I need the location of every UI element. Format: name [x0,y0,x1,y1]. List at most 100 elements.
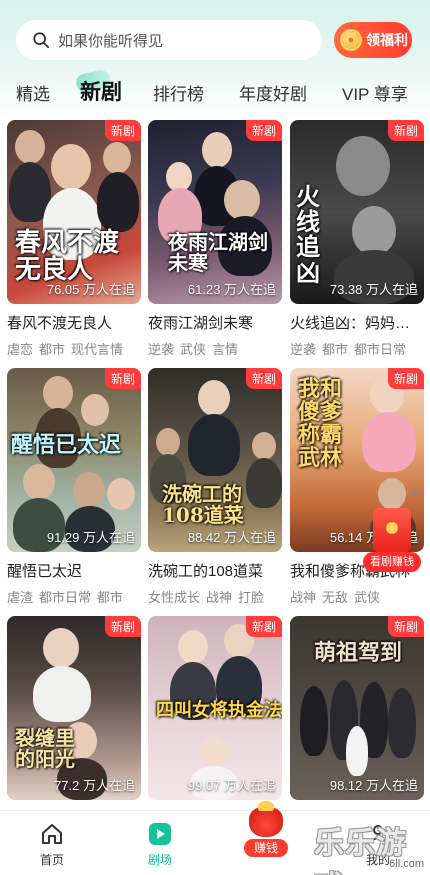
tag: 逆袭 [290,342,317,357]
nav-theater-label: 剧场 [147,853,172,867]
view-count: 98.12 万人在追 [329,778,418,793]
poster-title: 醒悟已太迟 [11,432,122,458]
drama-tags: 虐渣 都市日常 都市 [7,587,141,606]
drama-tags: 战神 无敌 武侠 [290,587,424,606]
drama-card[interactable]: 四叫女将执金法 新剧 99.07 万人在追 [148,616,282,800]
person-figure [33,666,91,722]
welfare-label: 领福利 [366,32,408,48]
person-figure [188,414,240,476]
tab-annual-best[interactable]: 年度好剧 [239,80,307,105]
drama-poster[interactable]: 醒悟已太迟 新剧 91.29 万人在追 [7,368,141,552]
watch-earn-float-button[interactable]: 看剧赚钱 [363,508,421,574]
drama-tags: 逆袭 都市 都市日常 [290,339,424,358]
person-figure [73,472,105,508]
new-badge: 新剧 [104,616,141,637]
tag: 现代言情 [71,342,124,357]
drama-card[interactable]: 萌祖驾到 新剧 98.12 万人在追 [290,616,424,800]
person-figure [103,142,131,174]
close-icon[interactable]: ✕ [407,486,421,500]
drama-tags: 逆袭 武侠 言情 [148,339,282,358]
poster-title: 夜雨江湖剑未寒 [168,230,268,275]
drama-card[interactable]: 春风不渡无良人 新剧 76.05 万人在追 春风不渡无良人 虐恋 都市 现代言情 [7,120,141,358]
search-bar[interactable]: 如果你能听得见 [16,20,322,60]
person-figure [156,428,180,456]
poster-title: 我和傻爹称霸武林 [298,376,343,472]
drama-poster[interactable]: 萌祖驾到 新剧 98.12 万人在追 [290,616,424,800]
person-figure [300,686,328,756]
new-badge: 新剧 [387,120,424,141]
person-figure [388,688,416,758]
drama-title[interactable]: 夜雨江湖剑未寒 [148,312,282,333]
tab-new-drama[interactable]: 新剧 [80,76,122,106]
person-figure [352,206,396,256]
site-watermark: 乐乐游戏 6ll.com [314,818,430,875]
tag: 武侠 [354,590,381,605]
person-figure [107,478,135,510]
person-figure [178,630,208,664]
nav-theater[interactable]: 剧场 [130,821,190,868]
drama-card[interactable]: 火线追凶 新剧 73.38 万人在追 火线追凶：妈妈… 逆袭 都市 都市日常 [290,120,424,358]
watermark-sub: 6ll.com [389,858,424,870]
view-count: 99.07 万人在追 [187,778,276,793]
search-placeholder: 如果你能听得见 [58,32,164,50]
tab-vip[interactable]: VIP 尊享 [342,80,408,105]
drama-title[interactable]: 洗碗工的108道菜 [148,560,282,581]
drama-title[interactable]: 火线追凶：妈妈… [290,312,424,333]
person-figure [346,726,368,776]
coin-icon: ● [340,29,362,51]
tab-ranking[interactable]: 排行榜 [153,80,204,105]
person-figure [224,180,260,220]
view-count: 76.05 万人在追 [46,282,135,297]
tag: 虐恋 [7,342,34,357]
person-figure [81,394,109,426]
new-badge: 新剧 [387,368,424,389]
drama-card[interactable]: 洗碗工的108道菜 新剧 88.42 万人在追 洗碗工的108道菜 女性成长 战神… [148,368,282,606]
poster-title: 四叫女将执金法 [156,700,282,721]
person-figure [43,628,79,668]
poster-title: 洗碗工的108道菜 [162,482,244,527]
new-badge: 新剧 [104,368,141,389]
tag: 逆袭 [148,342,175,357]
drama-poster[interactable]: 春风不渡无良人 新剧 76.05 万人在追 [7,120,141,304]
home-icon [42,824,62,844]
person-figure [200,736,228,768]
nav-home[interactable]: 首页 [22,821,82,868]
person-figure [97,172,139,232]
view-count: 91.29 万人在追 [46,530,135,545]
poster-title: 裂缝里的阳光 [15,726,75,771]
person-figure [252,432,276,460]
new-badge: 新剧 [245,368,282,389]
tag: 言情 [212,342,239,357]
drama-card[interactable]: 夜雨江湖剑未寒 新剧 61.23 万人在追 夜雨江湖剑未寒 逆袭 武侠 言情 [148,120,282,358]
drama-poster[interactable]: 洗碗工的108道菜 新剧 88.42 万人在追 [148,368,282,552]
tab-featured[interactable]: 精选 [16,80,50,105]
poster-title: 火线追凶 [296,182,320,287]
new-badge: 新剧 [245,120,282,141]
person-figure [23,464,55,500]
drama-card[interactable]: 裂缝里的阳光 新剧 77.2 万人在追 [7,616,141,800]
tag: 虐渣 [7,590,34,605]
drama-card[interactable]: 醒悟已太迟 新剧 91.29 万人在追 醒悟已太迟 虐渣 都市日常 都市 [7,368,141,606]
person-figure [202,132,232,168]
drama-poster[interactable]: 裂缝里的阳光 新剧 77.2 万人在追 [7,616,141,800]
person-figure [362,412,416,472]
category-tabs: 精选 新剧 排行榜 年度好剧 VIP 尊享 [0,68,430,112]
welfare-button[interactable]: ● 领福利 [334,22,412,58]
drama-poster[interactable]: 火线追凶 新剧 73.38 万人在追 [290,120,424,304]
nav-earn[interactable]: 赚钱 [236,801,296,857]
tag: 武侠 [180,342,207,357]
person-figure [336,136,390,196]
view-count: 77.2 万人在追 [54,778,135,793]
tag: 都市 [322,342,349,357]
person-figure [378,478,406,510]
view-count: 73.38 万人在追 [329,282,418,297]
drama-tags: 女性成长 战神 打脸 [148,587,282,606]
drama-poster[interactable]: 四叫女将执金法 新剧 99.07 万人在追 [148,616,282,800]
drama-title[interactable]: 醒悟已太迟 [7,560,141,581]
money-bag-icon [249,801,283,837]
drama-poster[interactable]: 夜雨江湖剑未寒 新剧 61.23 万人在追 [148,120,282,304]
nav-home-label: 首页 [39,853,64,867]
tag: 战神 [206,590,233,605]
drama-title[interactable]: 春风不渡无良人 [7,312,141,333]
new-badge: 新剧 [387,616,424,637]
